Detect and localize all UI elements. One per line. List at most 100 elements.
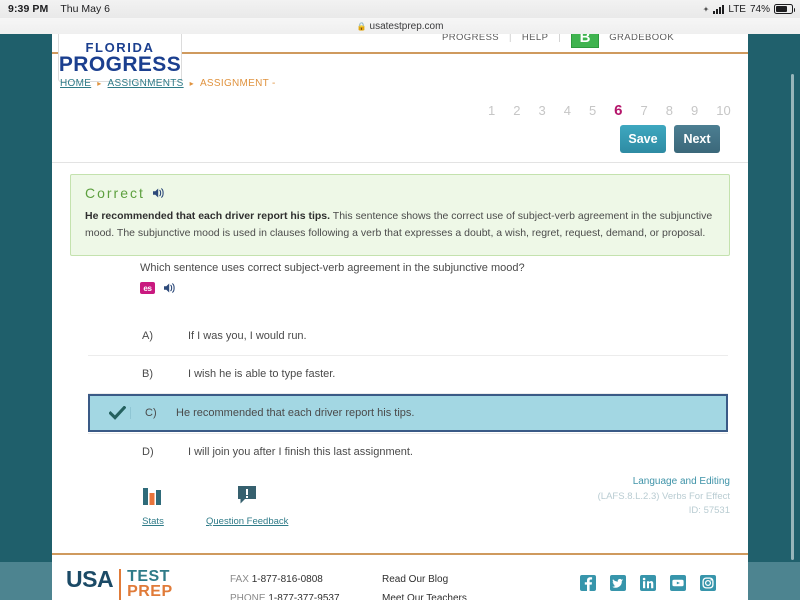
speaker-icon[interactable] xyxy=(163,282,177,294)
question-tools: Stats Question Feedback xyxy=(142,484,288,527)
question-feedback-label: Question Feedback xyxy=(206,516,289,527)
page-number-7[interactable]: 7 xyxy=(641,103,648,118)
status-bar-date: Thu May 6 xyxy=(60,3,110,15)
breadcrumb-current: ASSIGNMENT - xyxy=(199,78,276,89)
answer-choice-d[interactable]: D) I will join you after I finish this l… xyxy=(88,434,728,470)
nav-item-progress[interactable]: PROGRESS xyxy=(442,34,499,43)
feedback-title: Correct xyxy=(85,185,145,201)
choice-b-text: I wish he is able to type faster. xyxy=(188,368,336,380)
breadcrumb-home[interactable]: HOME xyxy=(60,78,91,89)
page-number-3[interactable]: 3 xyxy=(538,103,545,118)
footer-phone-label: PHONE xyxy=(230,592,266,600)
logo-usa: USA xyxy=(66,566,114,592)
signal-bars-icon xyxy=(713,4,725,14)
save-button[interactable]: Save xyxy=(620,125,666,153)
linkedin-icon[interactable] xyxy=(640,575,656,591)
grade-badge: B xyxy=(571,34,600,48)
logo-line-florida: FLORIDA xyxy=(85,39,155,55)
network-type-label: LTE xyxy=(728,3,746,15)
twitter-icon[interactable] xyxy=(610,575,626,591)
location-arrow-icon: ✦ xyxy=(702,4,710,14)
instagram-icon[interactable] xyxy=(700,575,716,591)
page-scrollbar[interactable] xyxy=(791,74,794,560)
choice-a-text: If I was you, I would run. xyxy=(188,330,307,342)
youtube-icon[interactable] xyxy=(670,575,686,591)
stats-tool[interactable]: Stats xyxy=(142,484,164,527)
nav-item-help[interactable]: HELP xyxy=(522,34,548,43)
metadata-subject[interactable]: Language and Editing xyxy=(452,474,730,490)
right-side-panel-footer xyxy=(748,562,800,600)
translate-es-icon[interactable]: es xyxy=(140,282,155,294)
breadcrumb-assignments[interactable]: ASSIGNMENTS xyxy=(108,78,184,89)
answer-choice-b[interactable]: B) I wish he is able to type faster. xyxy=(88,356,728,392)
page-number-4[interactable]: 4 xyxy=(564,103,571,118)
feedback-body: He recommended that each driver report h… xyxy=(85,208,715,243)
lock-icon: 🔒 xyxy=(356,21,367,31)
footer-fax-label: FAX xyxy=(230,574,249,585)
metadata-id: ID: 57531 xyxy=(688,505,730,517)
next-button[interactable]: Next xyxy=(674,125,720,153)
footer-contact: FAX 1-877-816-0808 PHONE 1-877-377-9537 xyxy=(230,571,340,600)
footer-fax-row: FAX 1-877-816-0808 xyxy=(230,571,340,590)
breadcrumb-arrow-icon: ▸ xyxy=(189,79,194,88)
page-number-6-current[interactable]: 6 xyxy=(614,102,622,119)
page-number-9[interactable]: 9 xyxy=(691,103,698,118)
page-number-8[interactable]: 8 xyxy=(666,103,673,118)
footer-links: Read Our Blog Meet Our Teachers xyxy=(382,571,467,600)
footer-fax-number: 1-877-816-0808 xyxy=(251,574,323,585)
status-bar-time: 9:39 PM xyxy=(8,3,49,15)
logo-prep: PREP xyxy=(127,583,173,600)
metadata-standard: (LAFS.8.L.2.3) Verbs For Effect xyxy=(597,490,730,502)
page-number-10[interactable]: 10 xyxy=(716,103,730,118)
usatestprep-logo[interactable]: USA TEST PREP xyxy=(66,566,173,600)
browser-url-bar[interactable]: 🔒 usatestprep.com xyxy=(0,18,800,34)
footer-social-links xyxy=(580,575,716,591)
breadcrumb: HOME ▸ ASSIGNMENTS ▸ ASSIGNMENT - xyxy=(60,78,276,89)
question-pagination: 1 2 3 4 5 6 7 8 9 10 xyxy=(488,102,731,119)
page-number-1[interactable]: 1 xyxy=(488,103,495,118)
footer-link-teachers[interactable]: Meet Our Teachers xyxy=(382,590,467,600)
status-bar-right-cluster: ✦ LTE 74% xyxy=(702,3,795,15)
answer-choice-c-selected[interactable]: C) He recommended that each driver repor… xyxy=(88,394,728,432)
page-number-2[interactable]: 2 xyxy=(513,103,520,118)
florida-progress-logo[interactable]: FLORIDA PROGRESS xyxy=(58,34,182,82)
choice-d-letter: D) xyxy=(142,446,154,458)
answer-feedback-banner: Correct He recommended that each driver … xyxy=(70,174,730,256)
logo-test: TEST xyxy=(127,568,170,585)
speech-bubble-alert-icon xyxy=(236,484,258,510)
feedback-header: Correct xyxy=(85,185,715,201)
nav-item-gradebook[interactable]: GRADEBOOK xyxy=(609,34,674,43)
action-buttons: Save Next xyxy=(620,125,720,153)
battery-percent-label: 74% xyxy=(749,3,770,15)
choice-c-letter: C) xyxy=(130,407,176,419)
page-number-5[interactable]: 5 xyxy=(589,103,596,118)
feedback-correct-sentence: He recommended that each driver report h… xyxy=(85,210,331,222)
question-feedback-tool[interactable]: Question Feedback xyxy=(206,484,288,527)
footer-phone-row: PHONE 1-877-377-9537 xyxy=(230,590,340,600)
web-page: PROGRESS | HELP | B GRADEBOOK FLORIDA PR… xyxy=(0,34,800,600)
nav-separator: | xyxy=(509,34,512,43)
facebook-icon[interactable] xyxy=(580,575,596,591)
top-navigation-items: PROGRESS | HELP | B GRADEBOOK xyxy=(442,34,674,48)
breadcrumb-arrow-icon: ▸ xyxy=(97,79,102,88)
ios-status-bar: 9:39 PM Thu May 6 ✦ LTE 74% xyxy=(0,0,800,18)
question-prompt: Which sentence uses correct subject-verb… xyxy=(140,262,525,274)
question-icon-row: es xyxy=(140,282,700,294)
footer-link-blog[interactable]: Read Our Blog xyxy=(382,571,467,590)
question-block: Which sentence uses correct subject-verb… xyxy=(140,262,700,294)
content-top-divider xyxy=(52,162,748,163)
logo-testprep: TEST PREP xyxy=(127,568,173,600)
choice-d-text: I will join you after I finish this last… xyxy=(188,446,413,458)
logo-divider xyxy=(119,569,122,600)
bar-chart-icon xyxy=(142,484,164,510)
answer-choice-a[interactable]: A) If I was you, I would run. xyxy=(88,318,728,354)
logo-line-progress: PROGRESS xyxy=(58,52,182,76)
speaker-icon[interactable] xyxy=(152,187,166,199)
choice-b-letter: B) xyxy=(142,368,153,380)
left-side-panel xyxy=(0,34,52,562)
url-text: usatestprep.com xyxy=(369,20,444,32)
footer-phone-number: 1-877-377-9537 xyxy=(268,592,340,600)
battery-icon xyxy=(774,4,795,14)
choice-a-letter: A) xyxy=(142,330,153,342)
nav-separator: | xyxy=(558,34,562,43)
